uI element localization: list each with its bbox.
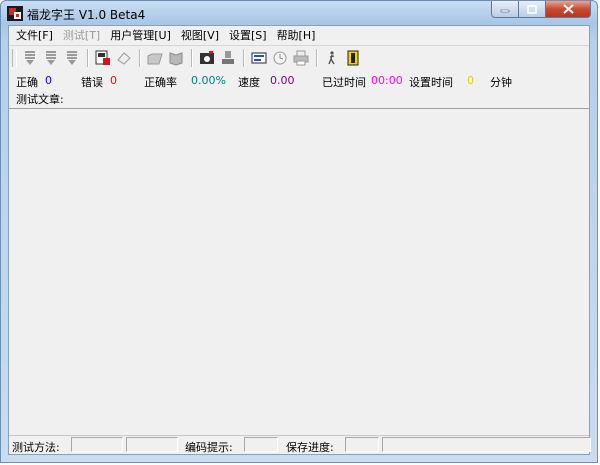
list-down-icon [67, 51, 77, 65]
folder-icon [147, 53, 163, 65]
close-icon [562, 4, 574, 14]
window-title: 福龙字王 V1.0 Beta4 [27, 8, 146, 22]
menu-user-management[interactable]: 用户管理[U] [105, 27, 176, 44]
exit-icon [347, 50, 359, 66]
speed-value: 0.00 [270, 74, 295, 87]
menu-settings[interactable]: 设置[S] [224, 27, 272, 44]
test-article-label: 测试文章: [16, 93, 64, 106]
list-down-button-1[interactable] [20, 48, 40, 68]
status-field-2 [126, 437, 178, 452]
book-button[interactable] [166, 48, 186, 68]
minimize-icon [500, 9, 510, 13]
correct-label: 正确 [16, 76, 38, 89]
maximize-icon [527, 4, 537, 14]
app-icon [7, 6, 23, 21]
close-button[interactable] [546, 1, 591, 18]
book-icon [169, 52, 183, 66]
camera-button[interactable] [197, 48, 217, 68]
list-down-icon [46, 51, 56, 65]
elapsed-time-label: 已过时间 [322, 76, 366, 89]
status-field-last [382, 437, 591, 452]
maximize-button[interactable] [519, 1, 546, 18]
list-down-button-3[interactable] [62, 48, 82, 68]
clock-button[interactable] [270, 48, 290, 68]
printer-button[interactable] [291, 48, 311, 68]
menu-bar: 文件[F] 测试[T] 用户管理[U] 视图[V] 设置[S] 帮助[H] [9, 26, 589, 45]
eraser-icon [117, 52, 131, 65]
menu-file[interactable]: 文件[F] [11, 27, 58, 44]
status-bar: 测试方法: 编码提示: 保存进度: [9, 435, 591, 454]
keyboard-icon [251, 52, 267, 64]
accuracy-label: 正确率 [144, 76, 177, 89]
test-method-label: 测试方法: [12, 441, 60, 454]
title-bar[interactable]: 福龙字王 V1.0 Beta4 [1, 1, 597, 25]
eraser-button[interactable] [114, 48, 134, 68]
correct-value: 0 [45, 74, 52, 87]
keyboard-button[interactable] [249, 48, 269, 68]
printer-icon [293, 50, 309, 66]
list-down-icon [25, 51, 35, 65]
typing-area[interactable] [9, 109, 589, 436]
toolbar [9, 45, 589, 71]
folder-button[interactable] [145, 48, 165, 68]
minimize-button[interactable] [491, 1, 519, 18]
stamp-icon [222, 51, 234, 64]
toolbar-separator [87, 49, 89, 67]
window-controls [491, 1, 591, 19]
code-hint-field [244, 437, 278, 452]
minutes-label: 分钟 [490, 76, 512, 89]
toolbar-separator [316, 49, 318, 67]
toolbar-separator [139, 49, 141, 67]
save-progress-field [345, 437, 379, 452]
code-hint-label: 编码提示: [185, 441, 233, 454]
save-button[interactable] [93, 48, 113, 68]
camera-icon [200, 51, 214, 64]
speed-label: 速度 [238, 76, 260, 89]
menu-help[interactable]: 帮助[H] [272, 27, 321, 44]
stats-panel: 正确 0 错误 0 正确率 0.00% 速度 0.00 已过时间 00:00 设… [9, 70, 589, 109]
menu-view[interactable]: 视图[V] [176, 27, 224, 44]
figure-button[interactable] [322, 48, 342, 68]
elapsed-time-value: 00:00 [371, 74, 403, 87]
wrong-label: 错误 [81, 76, 103, 89]
toolbar-separator [191, 49, 193, 67]
clock-icon [273, 51, 287, 65]
stamp-button[interactable] [218, 48, 238, 68]
accuracy-value: 0.00% [191, 74, 226, 87]
app-window: 福龙字王 V1.0 Beta4 文件[F] 测试[T] 用户管理[U] 视图[V… [0, 0, 598, 463]
toolbar-separator [243, 49, 245, 67]
save-icon [95, 50, 110, 65]
exit-button[interactable] [343, 48, 363, 68]
set-time-value: 0 [467, 74, 474, 87]
wrong-value: 0 [110, 74, 117, 87]
toolbar-grip[interactable] [12, 49, 17, 67]
save-progress-label: 保存进度: [286, 441, 334, 454]
menu-test[interactable]: 测试[T] [58, 27, 105, 44]
test-method-field [71, 437, 123, 452]
figure-icon [328, 51, 335, 65]
set-time-label: 设置时间 [409, 76, 453, 89]
list-down-button-2[interactable] [41, 48, 61, 68]
client-area: 文件[F] 测试[T] 用户管理[U] 视图[V] 设置[S] 帮助[H] 正确… [8, 25, 591, 455]
